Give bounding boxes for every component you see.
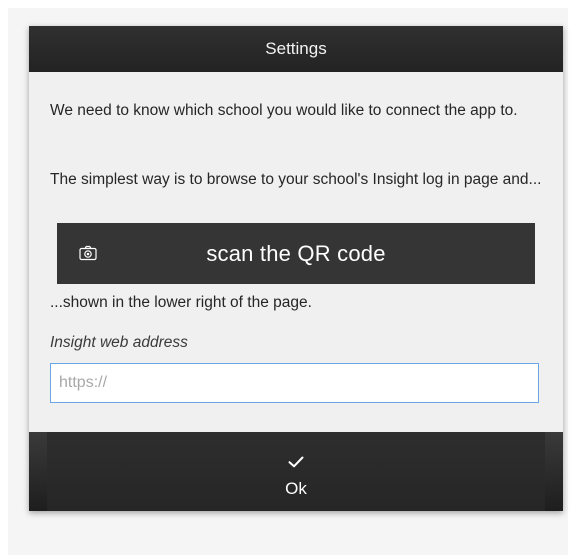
dialog-footer: Ok: [29, 432, 563, 511]
dialog-title: Settings: [29, 26, 563, 72]
checkmark-icon: [288, 456, 304, 468]
settings-dialog: Settings We need to know which school yo…: [29, 26, 563, 511]
shown-location-text: ...shown in the lower right of the page.: [50, 294, 312, 311]
footer-left-edge: [29, 432, 47, 511]
footer-right-edge: [545, 432, 563, 511]
browse-instruction-text: The simplest way is to browse to your sc…: [50, 171, 542, 188]
web-address-label: Insight web address: [50, 334, 188, 351]
scan-qr-code-label: scan the QR code: [206, 241, 386, 266]
ok-button[interactable]: Ok: [47, 432, 545, 511]
scan-qr-code-button[interactable]: scan the QR code: [57, 223, 535, 284]
intro-text: We need to know which school you would l…: [50, 102, 518, 119]
web-address-input[interactable]: [50, 363, 539, 403]
ok-label: Ok: [285, 479, 307, 498]
